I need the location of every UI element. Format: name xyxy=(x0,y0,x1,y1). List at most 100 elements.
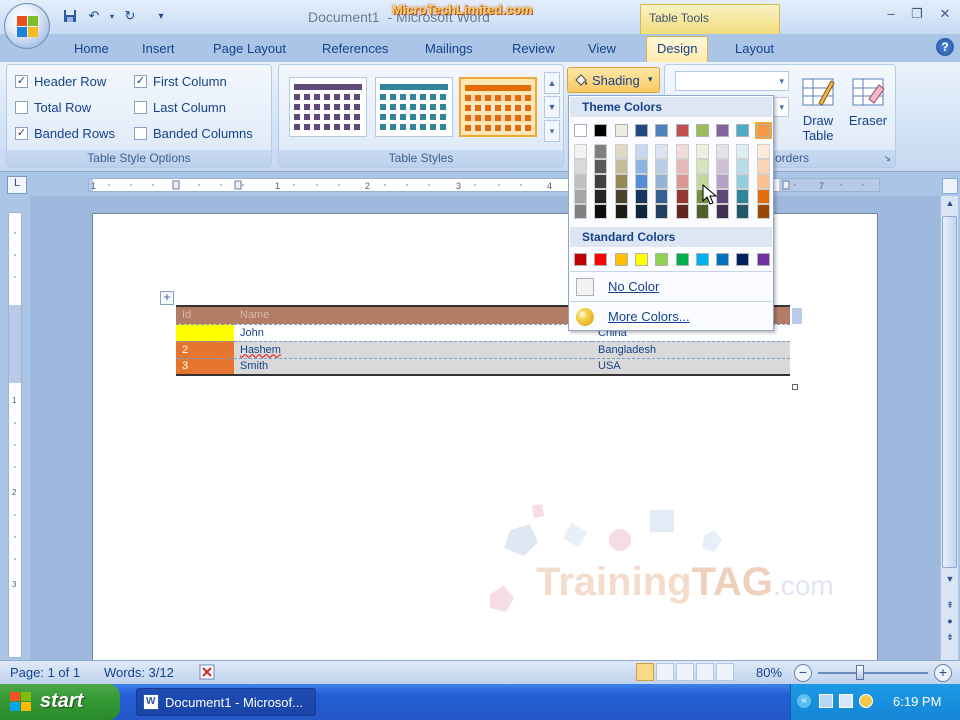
first-column-option[interactable]: ✓ First Column xyxy=(134,74,227,89)
table-cell[interactable]: 2 xyxy=(176,341,234,359)
customize-qat-icon[interactable]: ▾ xyxy=(154,7,168,25)
zoom-slider-thumb[interactable] xyxy=(856,665,864,680)
no-color-item[interactable]: No Color xyxy=(570,273,772,301)
header-row-checkbox[interactable]: ✓ xyxy=(15,75,28,88)
theme-shade-swatch[interactable] xyxy=(655,189,669,204)
theme-color-swatch[interactable] xyxy=(754,122,772,139)
standard-color-swatch[interactable] xyxy=(634,253,648,266)
theme-shade-swatch[interactable] xyxy=(675,189,689,204)
total-row-option[interactable]: Total Row xyxy=(15,100,91,115)
proofing-status-icon[interactable] xyxy=(198,663,218,684)
header-row-option[interactable]: ✓ Header Row xyxy=(15,74,106,89)
theme-shade-swatch[interactable] xyxy=(634,159,648,174)
table-style-thumb-purple[interactable] xyxy=(289,77,367,137)
tab-design[interactable]: Design xyxy=(646,36,709,64)
pen-style-dropdown[interactable]: ▾ xyxy=(675,71,789,91)
word-count[interactable]: Words: 3/12 xyxy=(104,665,174,680)
theme-color-swatch[interactable] xyxy=(675,124,689,137)
last-column-checkbox[interactable] xyxy=(134,101,147,114)
zoom-out-icon[interactable]: − xyxy=(794,664,812,682)
office-button[interactable] xyxy=(4,3,50,49)
theme-shade-swatch[interactable] xyxy=(675,144,689,159)
theme-shade-swatch[interactable] xyxy=(716,174,730,189)
full-screen-reading-view-icon[interactable] xyxy=(656,663,674,681)
theme-shade-swatch[interactable] xyxy=(614,174,628,189)
draw-table-button[interactable]: Draw Table xyxy=(793,75,843,143)
table-cell[interactable]: 1 xyxy=(176,324,234,342)
banded-rows-option[interactable]: ✓ Banded Rows xyxy=(15,126,115,141)
scroll-thumb[interactable] xyxy=(942,216,957,568)
theme-shade-swatch[interactable] xyxy=(716,189,730,204)
web-layout-view-icon[interactable] xyxy=(676,663,694,681)
theme-color-swatch[interactable] xyxy=(594,124,608,137)
theme-shade-swatch[interactable] xyxy=(574,174,587,189)
vertical-scrollbar[interactable]: ▲ ▼ ⇞ ● ⇟ xyxy=(940,196,958,662)
view-ruler-icon[interactable] xyxy=(942,178,958,194)
save-icon[interactable] xyxy=(60,7,80,25)
theme-color-swatch[interactable] xyxy=(736,124,750,137)
header-cell-id[interactable]: Id xyxy=(176,305,234,325)
table-resize-handle-icon[interactable] xyxy=(792,384,798,390)
table-cell[interactable]: John xyxy=(234,324,592,342)
standard-color-swatch[interactable] xyxy=(574,253,587,266)
standard-color-swatch[interactable] xyxy=(614,253,628,266)
security-icon[interactable] xyxy=(859,694,873,708)
browse-object-icon[interactable]: ● xyxy=(942,616,958,630)
theme-shade-swatch[interactable] xyxy=(655,174,669,189)
more-colors-item[interactable]: More Colors... xyxy=(570,303,772,331)
theme-color-swatch[interactable] xyxy=(574,124,587,137)
undo-icon[interactable]: ↶ xyxy=(84,7,104,25)
table-cell[interactable]: USA xyxy=(592,358,790,376)
vertical-ruler[interactable]: 1 2 3 xyxy=(8,212,22,658)
tab-mailings[interactable]: Mailings xyxy=(425,41,473,56)
theme-shade-swatch[interactable] xyxy=(756,159,770,174)
banded-columns-option[interactable]: Banded Columns xyxy=(134,126,253,141)
taskbar-word-document[interactable]: W Document1 - Microsof... xyxy=(136,688,316,716)
theme-shade-swatch[interactable] xyxy=(736,189,750,204)
theme-shade-swatch[interactable] xyxy=(594,204,608,219)
theme-shade-swatch[interactable] xyxy=(634,189,648,204)
standard-color-swatch[interactable] xyxy=(594,253,608,266)
theme-shade-swatch[interactable] xyxy=(756,144,770,159)
theme-shade-swatch[interactable] xyxy=(756,189,770,204)
close-button[interactable]: ✕ xyxy=(932,6,958,24)
total-row-checkbox[interactable] xyxy=(15,101,28,114)
theme-shade-swatch[interactable] xyxy=(634,144,648,159)
banded-rows-checkbox[interactable]: ✓ xyxy=(15,127,28,140)
tab-review[interactable]: Review xyxy=(512,41,555,56)
theme-color-swatch[interactable] xyxy=(614,124,628,137)
scroll-up-icon[interactable]: ▲ xyxy=(942,198,958,212)
theme-shade-swatch[interactable] xyxy=(574,159,587,174)
table-cell[interactable]: Smith xyxy=(234,358,592,376)
theme-shade-swatch[interactable] xyxy=(756,174,770,189)
table-style-thumb-orange-selected[interactable] xyxy=(459,77,537,137)
gallery-more-icon[interactable]: ▾ xyxy=(544,120,560,142)
theme-shade-swatch[interactable] xyxy=(594,189,608,204)
table-cell[interactable]: Bangladesh xyxy=(592,341,790,359)
table-cell[interactable]: Hashem xyxy=(234,341,592,359)
banded-columns-checkbox[interactable] xyxy=(134,127,147,140)
tray-expand-icon[interactable]: « xyxy=(797,694,811,708)
next-page-icon[interactable]: ⇟ xyxy=(942,632,958,646)
theme-shade-swatch[interactable] xyxy=(655,204,669,219)
minimize-button[interactable]: – xyxy=(878,6,904,24)
standard-color-swatch[interactable] xyxy=(756,253,770,266)
gallery-scroll-down-icon[interactable]: ▼ xyxy=(544,96,560,118)
last-column-option[interactable]: Last Column xyxy=(134,100,226,115)
theme-shade-swatch[interactable] xyxy=(614,204,628,219)
theme-color-swatch[interactable] xyxy=(695,124,709,137)
undo-dropdown-icon[interactable]: ▾ xyxy=(108,7,116,25)
eraser-button[interactable]: Eraser xyxy=(843,75,893,128)
tab-home[interactable]: Home xyxy=(74,41,109,56)
table-move-handle-icon[interactable]: + xyxy=(160,291,174,305)
theme-shade-swatch[interactable] xyxy=(614,189,628,204)
page-count[interactable]: Page: 1 of 1 xyxy=(10,665,80,680)
previous-page-icon[interactable]: ⇞ xyxy=(942,600,958,614)
theme-shade-swatch[interactable] xyxy=(736,174,750,189)
tab-view[interactable]: View xyxy=(588,41,616,56)
standard-color-swatch[interactable] xyxy=(695,253,709,266)
theme-shade-swatch[interactable] xyxy=(675,159,689,174)
tab-references[interactable]: References xyxy=(322,41,388,56)
theme-shade-swatch[interactable] xyxy=(655,144,669,159)
tab-layout[interactable]: Layout xyxy=(735,41,774,56)
